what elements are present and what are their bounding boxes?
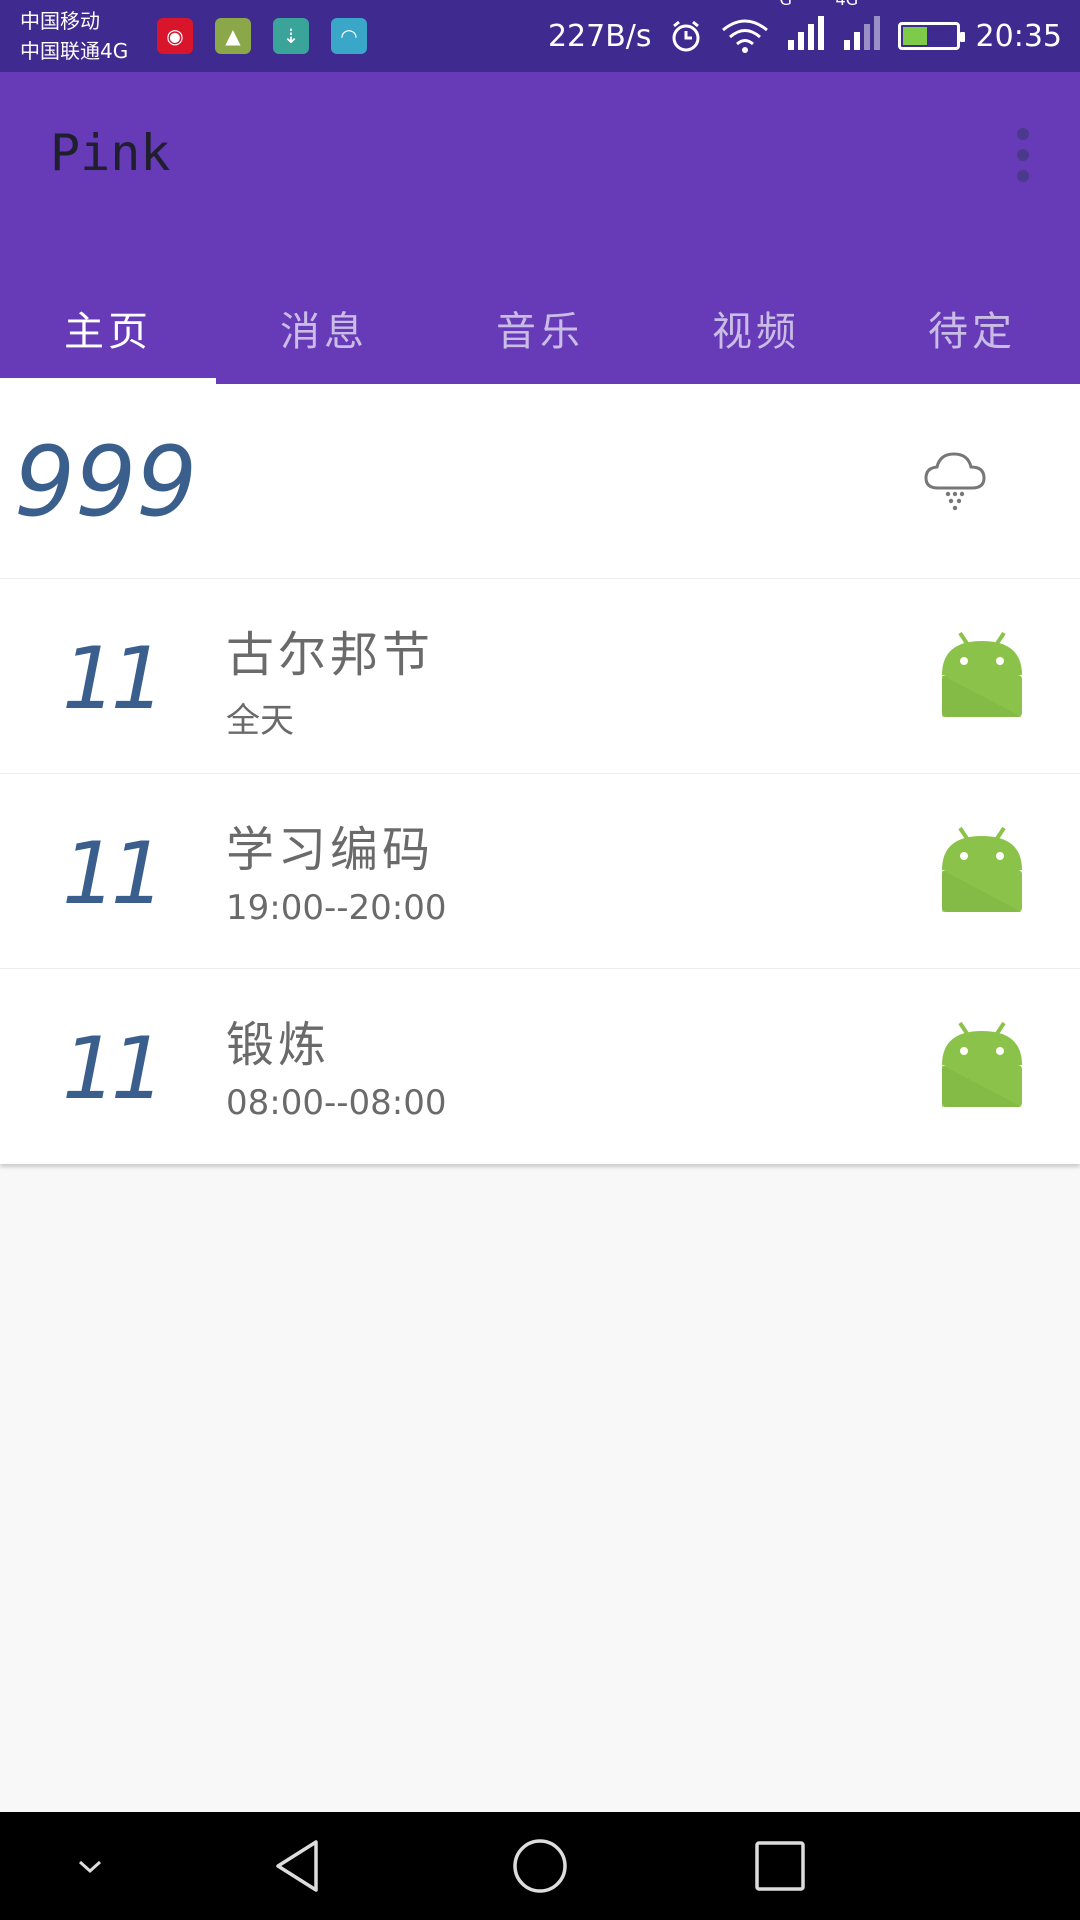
- event-card: 999 11 古尔邦节 全天 11 学习编码 19:00--20:00 11 锻…: [0, 384, 1080, 1164]
- cloud-snow-icon[interactable]: [920, 444, 990, 514]
- event-count: 999: [14, 426, 198, 538]
- android-icon: [942, 826, 1022, 912]
- hide-nav-icon[interactable]: [62, 1838, 118, 1894]
- signal-1-label: G: [780, 0, 792, 9]
- carrier-1: 中国移动: [20, 9, 100, 33]
- status-right: 227B/s G 4G: [548, 0, 1062, 72]
- status-bar: 中国移动 中国联通4G ◉ ▲ ⇣ ◠ 227B/s G: [0, 0, 1080, 72]
- navigation-bar: [0, 1812, 1080, 1920]
- tab-home[interactable]: 主页: [0, 272, 216, 384]
- list-item[interactable]: 11 古尔邦节 全天: [0, 579, 1080, 774]
- card-header: 999: [0, 384, 1080, 579]
- signal-1: G: [780, 0, 826, 60]
- tab-pending[interactable]: 待定: [864, 272, 1080, 384]
- app-title: Pink: [50, 124, 171, 182]
- overflow-dot: [1017, 170, 1029, 182]
- event-day: 11: [62, 1019, 165, 1119]
- alarm-icon: [672, 20, 700, 52]
- event-title: 学习编码: [226, 822, 435, 878]
- event-time: 08:00--08:00: [226, 1083, 447, 1123]
- back-icon[interactable]: [272, 1838, 328, 1894]
- carrier-info: 中国移动 中国联通4G: [20, 6, 128, 66]
- signal-2-label: 4G: [836, 0, 859, 9]
- event-time: 全天: [226, 701, 294, 741]
- list-item[interactable]: 11 学习编码 19:00--20:00: [0, 774, 1080, 969]
- tab-messages[interactable]: 消息: [216, 272, 432, 384]
- wifi-icon: [721, 19, 768, 53]
- signal-2-icon: [843, 16, 880, 50]
- tab-video[interactable]: 视频: [648, 272, 864, 384]
- signal-2: 4G: [836, 0, 882, 60]
- battery-icon: [897, 22, 965, 50]
- usb-icon: ⇣: [273, 18, 309, 54]
- android-icon: ▲: [215, 18, 251, 54]
- netease-music-icon: ◉: [157, 18, 193, 54]
- clock: 20:35: [975, 18, 1062, 54]
- recents-icon[interactable]: [752, 1838, 808, 1894]
- signal-1-icon: [787, 16, 824, 50]
- battery-level: [902, 27, 927, 45]
- carrier-2: 中国联通4G: [20, 39, 129, 63]
- event-title: 锻炼: [226, 1017, 331, 1073]
- event-day: 11: [62, 629, 165, 729]
- network-speed: 227B/s: [547, 18, 652, 54]
- android-icon: [942, 1021, 1022, 1107]
- overflow-dot: [1017, 149, 1029, 161]
- tab-music[interactable]: 音乐: [432, 272, 648, 384]
- overflow-dot: [1017, 128, 1029, 140]
- notification-icons: ◉ ▲ ⇣ ◠: [157, 18, 367, 54]
- event-title: 古尔邦节: [226, 627, 435, 683]
- app-bar: Pink 主页 消息 音乐 视频 待定: [0, 72, 1080, 384]
- event-day: 11: [62, 824, 165, 924]
- list-item[interactable]: 11 锻炼 08:00--08:00: [0, 969, 1080, 1164]
- overflow-menu-icon[interactable]: [1006, 128, 1040, 182]
- tab-bar: 主页 消息 音乐 视频 待定: [0, 272, 1080, 384]
- home-icon[interactable]: [512, 1838, 568, 1894]
- event-time: 19:00--20:00: [226, 888, 447, 928]
- android-debug-icon: ◠: [331, 18, 367, 54]
- android-icon: [942, 631, 1022, 717]
